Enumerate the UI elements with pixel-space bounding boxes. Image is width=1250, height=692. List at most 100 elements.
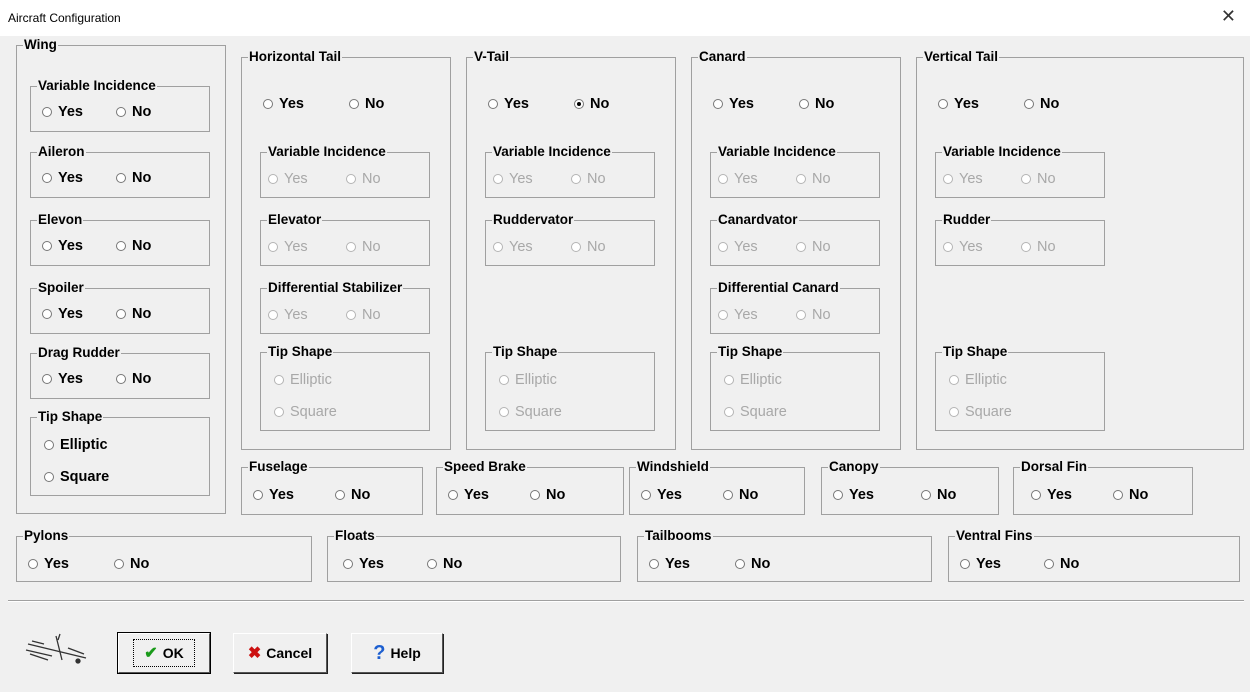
vertical-tail-no[interactable]: No [1024, 96, 1059, 112]
pylons-no[interactable]: No [114, 556, 149, 572]
v-tail-tip-shape-square[interactable]: Square [499, 404, 562, 420]
canard-variable-incidence-no[interactable]: No [796, 171, 831, 187]
differential-stabilizer-no-radio[interactable] [346, 310, 356, 320]
ht-variable-incidence-yes[interactable]: Yes [268, 171, 308, 187]
v-tail-tip-shape-elliptic-radio[interactable] [499, 375, 509, 385]
differential-canard-no[interactable]: No [796, 307, 831, 323]
canard-no[interactable]: No [799, 96, 834, 112]
canardvator-yes-radio[interactable] [718, 242, 728, 252]
rudder-no[interactable]: No [1021, 239, 1056, 255]
ventral-fins-yes-radio[interactable] [960, 559, 970, 569]
drag-rudder-yes-radio[interactable] [42, 374, 52, 384]
horizontal-tail-yes-radio[interactable] [263, 99, 273, 109]
horizontal-tail-tip-shape-square[interactable]: Square [274, 404, 337, 420]
canopy-no-radio[interactable] [921, 490, 931, 500]
differential-canard-yes-radio[interactable] [718, 310, 728, 320]
aileron-no[interactable]: No [116, 170, 151, 186]
elevator-no[interactable]: No [346, 239, 381, 255]
wing-tip-shape-square-radio[interactable] [44, 472, 54, 482]
ventral-fins-yes[interactable]: Yes [960, 556, 1001, 572]
speed-brake-no-radio[interactable] [530, 490, 540, 500]
floats-yes[interactable]: Yes [343, 556, 384, 572]
drag-rudder-no[interactable]: No [116, 371, 151, 387]
elevator-yes-radio[interactable] [268, 242, 278, 252]
speed-brake-yes-radio[interactable] [448, 490, 458, 500]
vertical-tail-tip-shape-elliptic-radio[interactable] [949, 375, 959, 385]
vertical-tail-yes[interactable]: Yes [938, 96, 979, 112]
windshield-yes[interactable]: Yes [641, 487, 682, 503]
vertical-tail-tip-shape-square[interactable]: Square [949, 404, 1012, 420]
v-tail-no-radio[interactable] [574, 99, 584, 109]
cancel-button[interactable]: ✖ Cancel [233, 633, 327, 673]
horizontal-tail-tip-shape-square-radio[interactable] [274, 407, 284, 417]
ht-variable-incidence-no-radio[interactable] [346, 174, 356, 184]
ht-variable-incidence-yes-radio[interactable] [268, 174, 278, 184]
wing-tip-shape-square[interactable]: Square [44, 469, 109, 485]
elevon-yes-radio[interactable] [42, 241, 52, 251]
floats-no[interactable]: No [427, 556, 462, 572]
vert-variable-incidence-no-radio[interactable] [1021, 174, 1031, 184]
spoiler-no-radio[interactable] [116, 309, 126, 319]
canard-tip-shape-square[interactable]: Square [724, 404, 787, 420]
differential-stabilizer-yes-radio[interactable] [268, 310, 278, 320]
aileron-yes-radio[interactable] [42, 173, 52, 183]
vertical-tail-no-radio[interactable] [1024, 99, 1034, 109]
horizontal-tail-no-radio[interactable] [349, 99, 359, 109]
canard-variable-incidence-yes[interactable]: Yes [718, 171, 758, 187]
canopy-no[interactable]: No [921, 487, 956, 503]
canard-yes[interactable]: Yes [713, 96, 754, 112]
drag-rudder-no-radio[interactable] [116, 374, 126, 384]
pylons-yes[interactable]: Yes [28, 556, 69, 572]
ventral-fins-no-radio[interactable] [1044, 559, 1054, 569]
horizontal-tail-no[interactable]: No [349, 96, 384, 112]
wing-tip-shape-elliptic-radio[interactable] [44, 440, 54, 450]
tailbooms-no-radio[interactable] [735, 559, 745, 569]
vert-variable-incidence-yes-radio[interactable] [943, 174, 953, 184]
canardvator-yes[interactable]: Yes [718, 239, 758, 255]
dorsal-fin-no-radio[interactable] [1113, 490, 1123, 500]
vertical-tail-tip-shape-square-radio[interactable] [949, 407, 959, 417]
dorsal-fin-yes-radio[interactable] [1031, 490, 1041, 500]
v-tail-yes-radio[interactable] [488, 99, 498, 109]
elevator-yes[interactable]: Yes [268, 239, 308, 255]
fuselage-yes-radio[interactable] [253, 490, 263, 500]
floats-yes-radio[interactable] [343, 559, 353, 569]
vt-variable-incidence-no[interactable]: No [571, 171, 606, 187]
elevon-no[interactable]: No [116, 238, 151, 254]
ruddervator-no-radio[interactable] [571, 242, 581, 252]
dorsal-fin-yes[interactable]: Yes [1031, 487, 1072, 503]
canopy-yes[interactable]: Yes [833, 487, 874, 503]
windshield-no-radio[interactable] [723, 490, 733, 500]
canopy-yes-radio[interactable] [833, 490, 843, 500]
canard-no-radio[interactable] [799, 99, 809, 109]
fuselage-no-radio[interactable] [335, 490, 345, 500]
horizontal-tail-tip-shape-elliptic[interactable]: Elliptic [274, 372, 332, 388]
aileron-yes[interactable]: Yes [42, 170, 83, 186]
fuselage-no[interactable]: No [335, 487, 370, 503]
vt-variable-incidence-yes[interactable]: Yes [493, 171, 533, 187]
horizontal-tail-yes[interactable]: Yes [263, 96, 304, 112]
speed-brake-yes[interactable]: Yes [448, 487, 489, 503]
aileron-no-radio[interactable] [116, 173, 126, 183]
wing-tip-shape-elliptic[interactable]: Elliptic [44, 437, 108, 453]
canardvator-no-radio[interactable] [796, 242, 806, 252]
v-tail-yes[interactable]: Yes [488, 96, 529, 112]
vert-variable-incidence-no[interactable]: No [1021, 171, 1056, 187]
canardvator-no[interactable]: No [796, 239, 831, 255]
horizontal-tail-tip-shape-elliptic-radio[interactable] [274, 375, 284, 385]
ht-variable-incidence-no[interactable]: No [346, 171, 381, 187]
vertical-tail-tip-shape-elliptic[interactable]: Elliptic [949, 372, 1007, 388]
pylons-no-radio[interactable] [114, 559, 124, 569]
ruddervator-no[interactable]: No [571, 239, 606, 255]
rudder-no-radio[interactable] [1021, 242, 1031, 252]
floats-no-radio[interactable] [427, 559, 437, 569]
vertical-tail-yes-radio[interactable] [938, 99, 948, 109]
speed-brake-no[interactable]: No [530, 487, 565, 503]
wing-variable-incidence-no[interactable]: No [116, 104, 151, 120]
canard-tip-shape-square-radio[interactable] [724, 407, 734, 417]
rudder-yes-radio[interactable] [943, 242, 953, 252]
differential-canard-yes[interactable]: Yes [718, 307, 758, 323]
tailbooms-yes-radio[interactable] [649, 559, 659, 569]
elevator-no-radio[interactable] [346, 242, 356, 252]
dorsal-fin-no[interactable]: No [1113, 487, 1148, 503]
